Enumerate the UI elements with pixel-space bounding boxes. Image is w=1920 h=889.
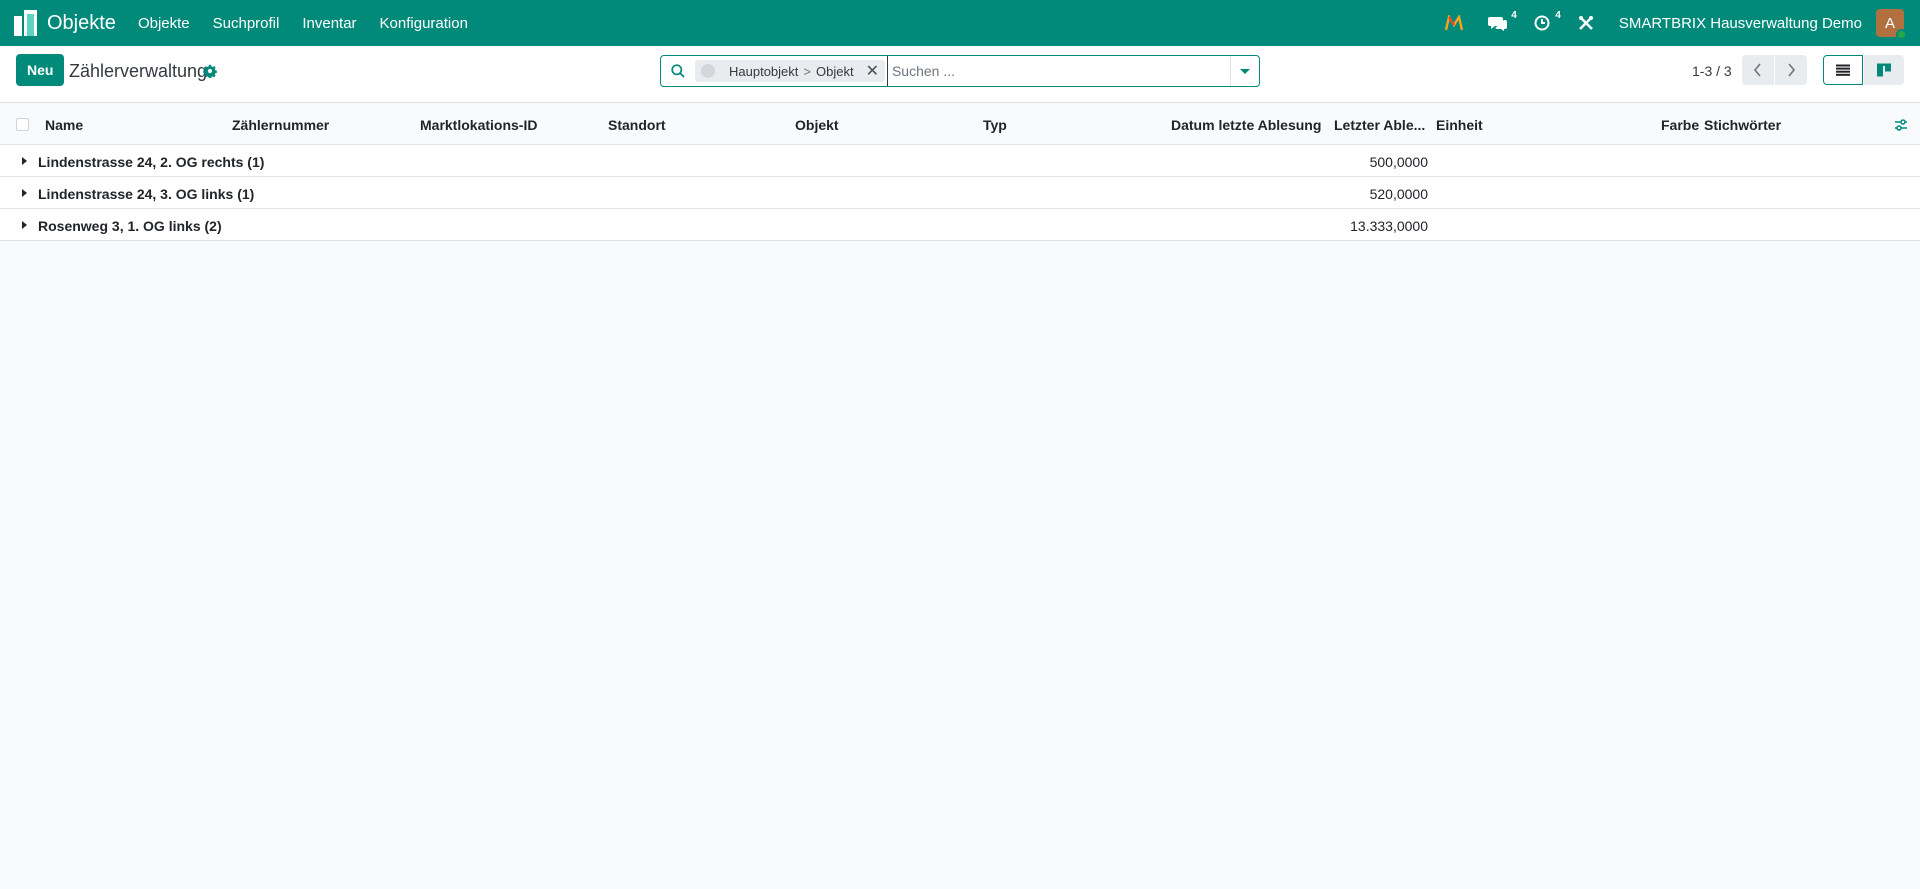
group-name: Lindenstrasse 24, 2. OG rechts (1)	[38, 154, 265, 170]
group-last-reading: 13.333,0000	[1350, 218, 1428, 234]
chevron-right-icon	[1788, 63, 1796, 77]
menu-suchprofil[interactable]: Suchprofil	[213, 15, 280, 32]
facet-part-2: Objekt	[815, 63, 854, 79]
column-header-objekt[interactable]: Objekt	[795, 117, 839, 133]
column-header-stichwoerter[interactable]: Stichwörter	[1704, 117, 1781, 133]
app-brand[interactable]: Objekte	[0, 0, 138, 46]
systray: 4 4 SMARTBRIX Hausverwaltung Demo A	[1443, 0, 1920, 46]
pager-value[interactable]: 1-3 / 3	[1692, 63, 1732, 79]
pager-next-button[interactable]	[1775, 55, 1807, 85]
brand-m-icon[interactable]	[1443, 12, 1465, 34]
avatar-letter: A	[1884, 14, 1895, 32]
column-header-typ[interactable]: Typ	[983, 117, 1007, 133]
group-name: Rosenweg 3, 1. OG links (2)	[38, 218, 222, 234]
column-header-marktlokations-id[interactable]: Marktlokations-ID	[420, 117, 537, 133]
search-bar: Hauptobjekt > Objekt ✕	[660, 55, 1260, 87]
top-navbar: Objekte Objekte Suchprofil Inventar Konf…	[0, 0, 1920, 46]
page-title: Zählerverwaltung	[69, 61, 208, 81]
activities-clock-icon[interactable]: 4	[1531, 10, 1561, 34]
table-header: Name Zählernummer Marktlokations-ID Stan…	[0, 104, 1920, 145]
group-row[interactable]: Lindenstrasse 24, 2. OG rechts (1) 500,0…	[0, 145, 1920, 177]
gear-icon[interactable]	[203, 64, 217, 78]
group-last-reading: 520,0000	[1369, 186, 1428, 202]
select-all-checkbox[interactable]	[16, 118, 29, 131]
column-header-einheit[interactable]: Einheit	[1436, 117, 1483, 133]
column-header-standort[interactable]: Standort	[608, 117, 666, 133]
control-panel: Neu Zählerverwaltung Hauptobjekt > Objek…	[0, 46, 1920, 103]
online-status-icon	[1896, 29, 1907, 40]
user-avatar[interactable]: A	[1876, 9, 1907, 40]
group-row[interactable]: Lindenstrasse 24, 3. OG links (1) 520,00…	[0, 177, 1920, 209]
tools-icon[interactable]	[1575, 12, 1597, 34]
new-button[interactable]: Neu	[16, 54, 65, 86]
facet-separator: >	[803, 63, 811, 79]
caret-down-icon	[1240, 68, 1250, 74]
list-icon	[1836, 64, 1850, 76]
column-header-datum-letzte-ablesung[interactable]: Datum letzte Ablesung	[1171, 117, 1321, 133]
messages-icon[interactable]: 4	[1487, 10, 1517, 34]
kanban-view-button[interactable]	[1864, 55, 1904, 85]
menu-objekte[interactable]: Objekte	[138, 15, 190, 32]
column-header-farbe[interactable]: Farbe	[1661, 117, 1699, 133]
messages-badge: 4	[1511, 10, 1517, 21]
building-logo-icon	[14, 10, 38, 36]
activities-badge: 4	[1555, 10, 1561, 21]
facet-part-1: Hauptobjekt	[729, 63, 799, 79]
close-icon[interactable]: ✕	[866, 61, 879, 81]
column-header-letzter-ablesewert[interactable]: Letzter Able...	[1334, 117, 1425, 133]
app-title: Objekte	[47, 11, 116, 34]
search-input[interactable]	[886, 56, 1230, 86]
column-header-name[interactable]: Name	[45, 117, 83, 133]
company-switcher[interactable]: SMARTBRIX Hausverwaltung Demo	[1619, 15, 1862, 32]
group-name: Lindenstrasse 24, 3. OG links (1)	[38, 186, 255, 202]
menu-konfiguration[interactable]: Konfiguration	[380, 15, 468, 32]
search-icon[interactable]	[671, 64, 685, 78]
chevron-left-icon	[1753, 63, 1761, 77]
column-settings-icon[interactable]	[1894, 118, 1908, 132]
caret-right-icon	[22, 221, 27, 229]
list-view-button[interactable]	[1823, 55, 1863, 85]
group-last-reading: 500,0000	[1369, 154, 1428, 170]
group-row[interactable]: Rosenweg 3, 1. OG links (2) 13.333,0000	[0, 209, 1920, 241]
search-facet[interactable]: Hauptobjekt > Objekt ✕	[695, 60, 885, 82]
caret-right-icon	[22, 189, 27, 197]
pager-previous-button[interactable]	[1742, 55, 1774, 85]
group-by-icon	[701, 64, 715, 78]
kanban-icon	[1877, 63, 1891, 77]
menu-inventar[interactable]: Inventar	[302, 15, 356, 32]
caret-right-icon	[22, 157, 27, 165]
meter-list-table: Name Zählernummer Marktlokations-ID Stan…	[0, 104, 1920, 241]
column-header-zaehlernummer[interactable]: Zählernummer	[232, 117, 329, 133]
search-options-toggle[interactable]	[1230, 56, 1259, 86]
